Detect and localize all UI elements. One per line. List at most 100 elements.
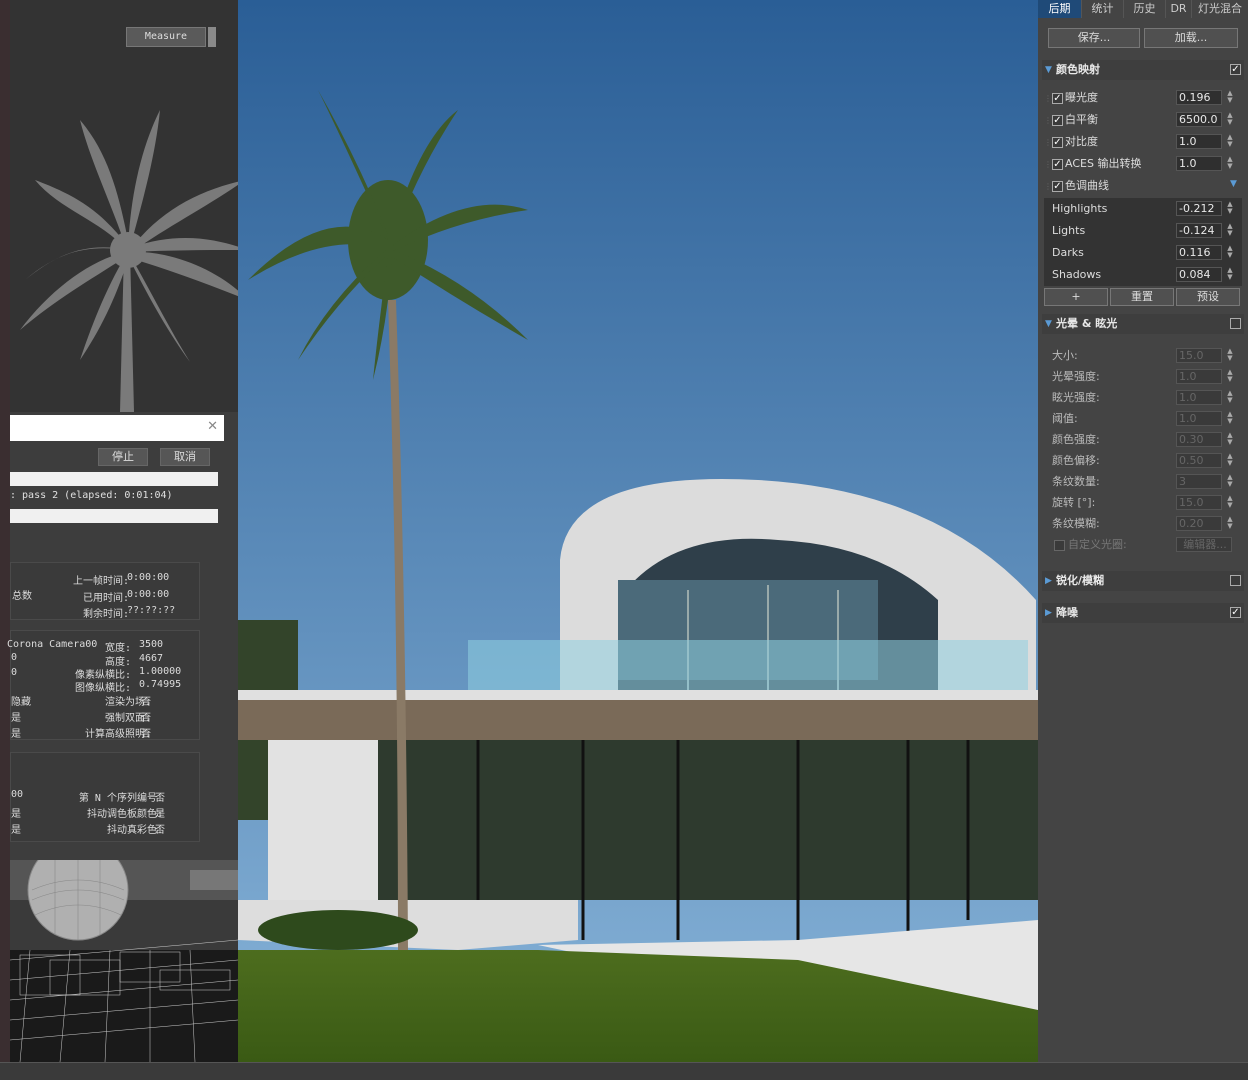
render-frame-image[interactable] [238,0,1038,1062]
color-shift-spinner[interactable]: 0.50 [1176,453,1222,468]
viewport-edge [0,0,10,1062]
seq-label-dither-palette: 抖动调色板颜色: [86,809,163,820]
white-balance-spinner[interactable]: 6500.0 [1176,112,1222,127]
section-tonemapping[interactable]: ▼ 颜色映射 ✓ [1042,60,1244,80]
app-root: Measure ✕ 停止 取消 : pass 2 (elapsed: 0:01:… [0,0,1248,1080]
row-white-balance: ⋮⋮ ✓ 白平衡 6500.0 ▲▼ [1042,110,1244,130]
bloom-size-spinner[interactable]: 15.0 [1176,348,1222,363]
spinner-arrows-icon[interactable]: ▲ ▼ [1226,267,1234,282]
lights-spinner[interactable]: -0.124 [1176,223,1222,238]
spinner-arrows-icon[interactable]: ▲ ▼ [1226,134,1234,149]
time-label-elapsed: 已用时间: [82,593,129,604]
spinner-arrows-icon[interactable]: ▲ ▼ [1226,348,1234,363]
threshold-spinner[interactable]: 1.0 [1176,411,1222,426]
streak-count-spinner[interactable]: 3 [1176,474,1222,489]
section-denoise[interactable]: ▶ 降噪 ✓ [1042,603,1244,623]
fragment: 是 [11,729,21,740]
row-streak-blur: 条纹模糊: 0.20 ▲ ▼ [1042,514,1244,534]
streak-blur-spinner[interactable]: 0.20 [1176,516,1222,531]
glare-intensity-spinner[interactable]: 1.0 [1176,390,1222,405]
spinner-arrows-icon[interactable]: ▲ ▼ [1226,156,1234,171]
spinner-arrows-icon[interactable]: ▲ ▼ [1226,90,1234,105]
tonemap-enable-checkbox[interactable]: ✓ [1230,64,1241,75]
exposure-spinner[interactable]: 0.196 [1176,90,1222,105]
spinner-arrows-icon[interactable]: ▲ ▼ [1226,112,1234,127]
exposure-checkbox[interactable]: ✓ [1052,93,1063,104]
cancel-button[interactable]: 取消 [160,448,210,466]
row-bloom-size: 大小: 15.0 ▲ ▼ [1042,346,1244,366]
curve-row-darks: Darks 0.116 ▲ ▼ [1044,242,1242,264]
rendered-scene [238,0,1038,1062]
custom-aperture-checkbox[interactable] [1054,540,1065,551]
color-intensity-spinner[interactable]: 0.30 [1176,432,1222,447]
rotation-spinner[interactable]: 15.0 [1176,495,1222,510]
aces-checkbox[interactable]: ✓ [1052,159,1063,170]
measure-button-handle[interactable] [208,27,216,47]
white-balance-checkbox[interactable]: ✓ [1052,115,1063,126]
streak-blur-label: 条纹模糊: [1052,517,1100,530]
close-icon[interactable]: ✕ [207,419,218,434]
load-button[interactable]: 加载... [1144,28,1238,48]
row-bloom-intensity: 光晕强度: 1.0 ▲ ▼ [1042,367,1244,387]
spinner-arrows-icon[interactable]: ▲ ▼ [1226,432,1234,447]
spinner-arrows-icon[interactable]: ▲ ▼ [1226,411,1234,426]
viewport-bottom-wireframe[interactable] [10,860,238,1062]
fragment: 是 [11,825,21,836]
aces-spinner[interactable]: 1.0 [1176,156,1222,171]
fragment: 是 [11,713,21,724]
spinner-arrows-icon[interactable]: ▲ ▼ [1226,369,1234,384]
add-curve-button[interactable]: + [1044,288,1108,306]
measure-button[interactable]: Measure [126,27,206,47]
tab-dr[interactable]: DR [1166,0,1192,18]
collapsed-triangle-icon: ▶ [1045,608,1052,618]
stop-button[interactable]: 停止 [98,448,148,466]
tab-post[interactable]: 后期 [1038,0,1082,18]
row-tone-curve: ⋮⋮ ✓ 色调曲线 ▼ [1042,176,1244,196]
sharpen-enable-checkbox[interactable] [1230,575,1241,586]
spinner-arrows-icon[interactable]: ▲ ▼ [1226,474,1234,489]
cam-label-width: 宽度: [104,643,131,654]
bloom-size-label: 大小: [1052,349,1078,362]
spinner-arrows-icon[interactable]: ▲ ▼ [1226,495,1234,510]
bloom-enable-checkbox[interactable] [1230,318,1241,329]
color-shift-label: 颜色偏移: [1052,454,1100,467]
dialog-title-bar: ✕ [10,415,224,441]
spinner-arrows-icon[interactable]: ▲ ▼ [1226,245,1234,260]
spinner-arrows-icon[interactable]: ▲ ▼ [1226,453,1234,468]
cam-value-height: 4667 [139,653,164,664]
viewport-top[interactable]: Measure [10,0,238,412]
expand-triangle-icon: ▼ [1045,65,1052,75]
cam-value-fields: 否 [141,697,151,708]
threshold-label: 阈值: [1052,412,1078,425]
spinner-arrows-icon[interactable]: ▲ ▼ [1226,223,1234,238]
contrast-spinner[interactable]: 1.0 [1176,134,1222,149]
contrast-checkbox[interactable]: ✓ [1052,137,1063,148]
tab-lightmix[interactable]: 灯光混合 [1192,0,1248,18]
custom-aperture-label: 自定义光圈: [1068,538,1127,551]
denoise-enable-checkbox[interactable]: ✓ [1230,607,1241,618]
reset-curve-button[interactable]: 重置 [1110,288,1174,306]
highlights-spinner[interactable]: -0.212 [1176,201,1222,216]
spinner-arrows-icon[interactable]: ▲ ▼ [1226,201,1234,216]
section-bloom-glare[interactable]: ▼ 光晕 & 眩光 [1042,314,1244,334]
streak-count-label: 条纹数量: [1052,475,1100,488]
spinner-arrows-icon[interactable]: ▲ ▼ [1226,390,1234,405]
spinner-arrows-icon[interactable]: ▲ ▼ [1226,516,1234,531]
shadows-spinner[interactable]: 0.084 [1176,267,1222,282]
tab-history[interactable]: 历史 [1124,0,1166,18]
aperture-editor-button[interactable]: 编辑器... [1176,537,1232,552]
section-sharpen-blur[interactable]: ▶ 锐化/模糊 [1042,571,1244,591]
tab-stats[interactable]: 统计 [1082,0,1124,18]
collapse-triangle-icon[interactable]: ▼ [1230,179,1237,189]
tone-curve-checkbox[interactable]: ✓ [1052,181,1063,192]
bloom-intensity-spinner[interactable]: 1.0 [1176,369,1222,384]
fragment: 0 [11,652,18,663]
save-button[interactable]: 保存... [1048,28,1140,48]
preset-curve-button[interactable]: 预设 [1176,288,1240,306]
post-tabs: 后期 统计 历史 DR 灯光混合 [1038,0,1248,18]
fragment: 隐藏 [11,697,31,708]
shadows-label: Shadows [1052,268,1102,281]
seq-value-n: 否 [155,793,165,804]
section-title: 光晕 & 眩光 [1056,317,1118,330]
darks-spinner[interactable]: 0.116 [1176,245,1222,260]
